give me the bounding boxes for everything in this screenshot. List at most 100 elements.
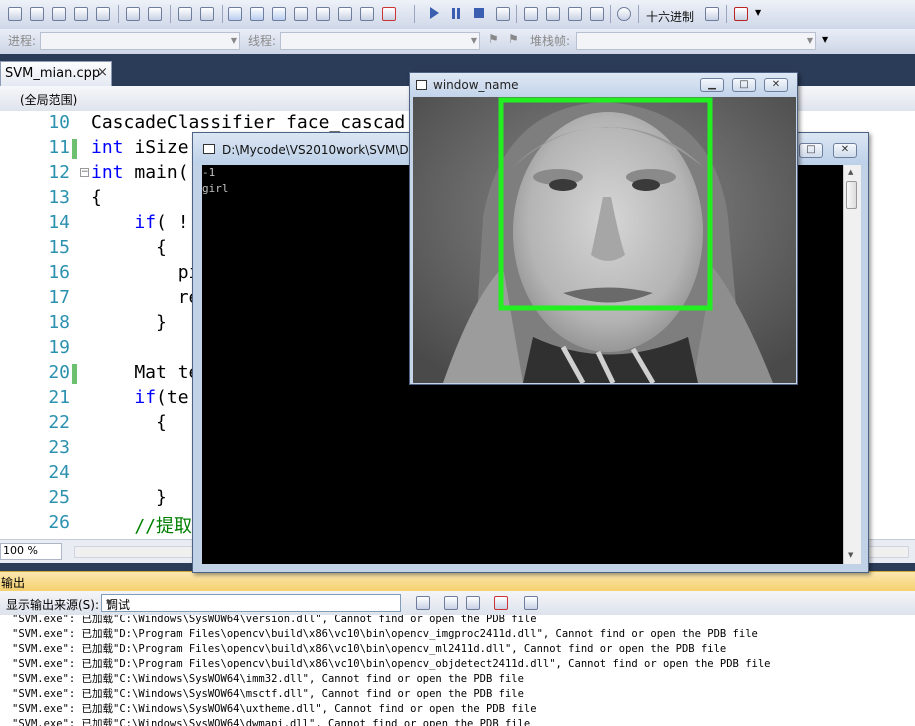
show-next-statement-icon[interactable] <box>524 7 538 21</box>
image-window-title: window_name <box>433 78 519 92</box>
output-source-dropdown[interactable]: 调试 ▼ <box>101 594 401 612</box>
scroll-up-icon[interactable]: ▲ <box>848 168 853 176</box>
next-folder-bookmark-icon[interactable] <box>316 7 330 21</box>
scrollbar-thumb[interactable] <box>846 181 857 209</box>
line-number: 25 <box>48 487 70 508</box>
word-wrap-icon[interactable] <box>524 596 538 610</box>
step-icon[interactable] <box>8 7 22 21</box>
tab-svm-mian-cpp[interactable]: SVM_mian.cpp × <box>0 61 112 86</box>
scope-dropdown[interactable]: (全局范围) <box>20 91 77 108</box>
output-source-label: 显示输出来源(S): <box>6 598 100 612</box>
outdent-icon[interactable] <box>148 7 162 21</box>
toolbar-separator <box>170 5 171 23</box>
code-line[interactable]: //提取 <box>91 512 192 538</box>
stack-frame-dropdown[interactable]: ▼ <box>576 32 816 50</box>
code-line[interactable]: if(te <box>91 387 188 408</box>
line-number: 24 <box>48 462 70 483</box>
comment-icon[interactable] <box>178 7 192 21</box>
line-number: 16 <box>48 262 70 283</box>
toolbar-overflow-icon[interactable]: ▼ <box>822 35 828 44</box>
console-app-icon <box>203 144 215 154</box>
step-out-icon[interactable] <box>590 7 604 21</box>
close-button[interactable]: ✕ <box>833 143 857 158</box>
cursor-icon[interactable] <box>52 7 66 21</box>
code-line[interactable]: { <box>91 237 167 258</box>
code-line[interactable]: re <box>91 287 200 308</box>
debug-toolbar: 十六进制 ▼ <box>0 0 915 30</box>
thread-dropdown[interactable]: ▼ <box>280 32 480 50</box>
code-line[interactable]: int main( <box>91 162 189 183</box>
output-text-area[interactable]: "SVM.exe": 已加载"C:\Windows\SysWOW64\versi… <box>0 615 915 726</box>
quickwatch-icon[interactable] <box>617 7 631 21</box>
hexadecimal-toggle[interactable]: 十六进制 <box>646 8 694 25</box>
line-number: 26 <box>48 512 70 533</box>
scroll-down-icon[interactable]: ▼ <box>848 551 853 559</box>
prev-bookmark-icon[interactable] <box>250 7 264 21</box>
stop-debugging-icon[interactable] <box>474 8 484 18</box>
toolbar-separator <box>516 5 517 23</box>
code-line[interactable]: int iSize <box>91 137 189 158</box>
format-icon[interactable] <box>30 7 44 21</box>
maximize-button[interactable]: □ <box>732 78 756 92</box>
line-number: 21 <box>48 387 70 408</box>
next-doc-bookmark-icon[interactable] <box>360 7 374 21</box>
line-number: 20 <box>48 362 70 383</box>
maximize-button[interactable]: □ <box>799 143 823 158</box>
next-message-icon[interactable] <box>466 596 480 610</box>
flag-thread-icon[interactable]: ⚑ <box>488 32 502 46</box>
step-into-icon[interactable] <box>546 7 560 21</box>
toolbar-separator <box>726 5 727 23</box>
process-dropdown[interactable]: ▼ <box>40 32 240 50</box>
indent-icon[interactable] <box>126 7 140 21</box>
collapse-icon[interactable]: − <box>80 168 89 177</box>
face-photo <box>413 97 796 383</box>
toolbar-separator <box>638 5 639 23</box>
chevron-down-icon[interactable]: ▼ <box>755 8 761 17</box>
code-line[interactable]: } <box>91 487 167 508</box>
break-all-icon[interactable] <box>452 8 455 19</box>
font-icon[interactable] <box>74 7 88 21</box>
minimize-button[interactable]: ▁ <box>700 78 724 92</box>
console-line: -1 <box>202 166 216 179</box>
prev-folder-bookmark-icon[interactable] <box>294 7 308 21</box>
image-window-title-bar[interactable]: window_name ▁ □ ✕ <box>410 73 797 97</box>
output-toolbar: 显示输出来源(S): 调试 ▼ <box>0 591 915 616</box>
zoom-dropdown[interactable]: 100 % <box>0 543 62 560</box>
flag-all-threads-icon[interactable]: ⚑ <box>508 32 522 46</box>
code-line[interactable]: CascadeClassifier face_cascad <box>91 112 405 133</box>
uncomment-icon[interactable] <box>200 7 214 21</box>
output-line: "SVM.exe": 已加载"C:\Windows\SysWOW64\imm32… <box>12 673 524 685</box>
code-line[interactable]: Mat te <box>91 362 199 383</box>
clear-all-icon[interactable] <box>494 596 508 610</box>
next-bookmark-icon[interactable] <box>272 7 286 21</box>
clear-bookmarks-icon[interactable] <box>382 7 396 21</box>
close-button[interactable]: ✕ <box>764 78 788 92</box>
continue-icon[interactable] <box>430 7 439 19</box>
chevron-down-icon: ▼ <box>106 598 113 607</box>
windows-icon[interactable] <box>734 7 748 21</box>
code-line[interactable]: { <box>91 187 102 208</box>
output-line: "SVM.exe": 已加载"D:\Program Files\opencv\b… <box>12 658 771 670</box>
output-line: "SVM.exe": 已加载"C:\Windows\SysWOW64\versi… <box>12 615 537 625</box>
toolbar-separator <box>414 5 415 23</box>
image-window[interactable]: window_name ▁ □ ✕ <box>409 72 798 385</box>
code-line[interactable]: } <box>91 312 167 333</box>
line-number: 22 <box>48 412 70 433</box>
previous-message-icon[interactable] <box>444 596 458 610</box>
step-over-icon[interactable] <box>568 7 582 21</box>
thread-label: 线程: <box>248 34 277 48</box>
vertical-scrollbar[interactable]: ▲ ▼ <box>843 165 861 564</box>
prev-doc-bookmark-icon[interactable] <box>338 7 352 21</box>
close-icon[interactable]: × <box>97 65 108 80</box>
output-line: "SVM.exe": 已加载"C:\Windows\SysWOW64\msctf… <box>12 688 524 700</box>
find-message-icon[interactable] <box>416 596 430 610</box>
list-icon[interactable] <box>96 7 110 21</box>
code-line[interactable]: { <box>91 412 167 433</box>
output-title: 输出 <box>1 576 26 590</box>
code-line[interactable]: pı <box>91 262 200 283</box>
breakpoint-options-icon[interactable] <box>705 7 719 21</box>
output-line: "SVM.exe": 已加载"D:\Program Files\opencv\b… <box>12 628 758 640</box>
bookmark-icon[interactable] <box>228 7 242 21</box>
restart-icon[interactable] <box>496 7 510 21</box>
code-line[interactable]: if( ! <box>91 212 188 233</box>
